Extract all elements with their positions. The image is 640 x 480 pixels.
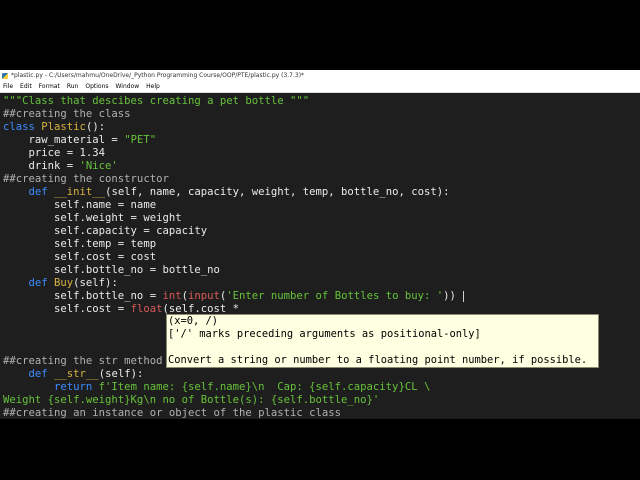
builtin-name: input <box>187 290 220 302</box>
calltip-blank <box>167 341 598 354</box>
code-text: (self): <box>73 277 118 289</box>
menu-help[interactable]: Help <box>143 82 164 92</box>
calltip-signature: (x=0, /) <box>168 315 219 327</box>
python-icon <box>2 73 8 79</box>
menu-run[interactable]: Run <box>64 82 83 92</box>
keyword: def <box>3 368 48 380</box>
menu-format[interactable]: Format <box>36 82 64 92</box>
code-text: raw_material = <box>3 134 125 146</box>
code-text: (): <box>85 121 106 133</box>
function-name: __str__ <box>47 368 99 380</box>
code-line-9: self.name = name <box>3 199 157 211</box>
window-title: *plastic.py - C:/Users/mahmu/OneDrive/_P… <box>11 72 305 79</box>
code-line-13: self.cost = cost <box>3 251 157 263</box>
code-text: (self): <box>98 368 144 380</box>
code-line-20: return f'Item name: {self.name}\n Cap: {… <box>3 381 430 394</box>
code-text: self.cost = <box>3 303 131 315</box>
code-line-21: Weight {self.weight}Kg\n no of Bottle(s)… <box>3 394 380 406</box>
keyword: class <box>3 121 35 133</box>
code-line-22: ##creating an instance or object of the … <box>3 407 342 419</box>
code-line-11: self.capacity = capacity <box>3 225 208 237</box>
class-name: Plastic <box>41 121 86 133</box>
keyword: def <box>3 277 48 289</box>
calltip-docstring: Convert a string or number to a floating… <box>168 354 588 366</box>
string-literal: f'Item name: {self.name}\n Cap: {self.ca… <box>92 381 431 393</box>
function-name: Buy <box>47 277 74 289</box>
title-bar: *plastic.py - C:/Users/mahmu/OneDrive/_P… <box>0 70 640 82</box>
code-line-1: """Class that descibes creating a pet bo… <box>3 95 310 107</box>
builtin-name: int <box>162 290 182 302</box>
code-text: self.bottle_no = <box>3 290 163 302</box>
keyword: def <box>3 186 48 198</box>
code-line-18: ##creating the str method <box>3 355 163 367</box>
string-literal: 'Enter number of Bottles to buy: ' <box>226 290 444 302</box>
menu-bar: File Edit Format Run Options Window Help <box>0 82 640 93</box>
code-text: (self, name, capacity, weight, temp, bot… <box>105 186 450 198</box>
string-literal: 'Nice' <box>79 160 118 172</box>
code-line-5: price = 1.34 <box>3 147 106 159</box>
code-text: drink = <box>3 160 80 172</box>
code-line-10: self.weight = weight <box>3 212 182 224</box>
code-line-7: ##creating the constructor <box>3 173 169 185</box>
menu-file[interactable]: File <box>0 82 17 92</box>
string-literal: "PET" <box>124 134 157 146</box>
code-text: )) <box>443 290 456 302</box>
builtin-name: float <box>130 303 163 315</box>
menu-options[interactable]: Options <box>82 82 112 92</box>
code-line-16: self.bottle_no = int(input('Enter number… <box>3 290 456 303</box>
keyword: return <box>3 381 93 393</box>
text-cursor <box>463 291 464 302</box>
calltip-note: ['/' marks preceding arguments as positi… <box>168 328 481 340</box>
code-line-12: self.temp = temp <box>3 238 157 250</box>
code-line-4: raw_material = "PET" <box>3 134 157 147</box>
code-line-6: drink = 'Nice' <box>3 160 118 173</box>
code-editor[interactable]: """Class that descibes creating a pet bo… <box>0 93 640 419</box>
code-line-19: def __str__(self): <box>3 368 144 381</box>
calltip-popup: (x=0, /) ['/' marks preceding arguments … <box>166 314 599 368</box>
menu-edit[interactable]: Edit <box>17 82 36 92</box>
menu-window[interactable]: Window <box>113 82 144 92</box>
code-line-8: def __init__(self, name, capacity, weigh… <box>3 186 450 199</box>
code-line-15: def Buy(self): <box>3 277 118 290</box>
function-name: __init__ <box>47 186 106 198</box>
code-line-14: self.bottle_no = bottle_no <box>3 264 220 276</box>
idle-editor-window: *plastic.py - C:/Users/mahmu/OneDrive/_P… <box>0 70 640 419</box>
code-line-2: ##creating the class <box>3 108 131 120</box>
code-line-3: class Plastic(): <box>3 121 105 134</box>
